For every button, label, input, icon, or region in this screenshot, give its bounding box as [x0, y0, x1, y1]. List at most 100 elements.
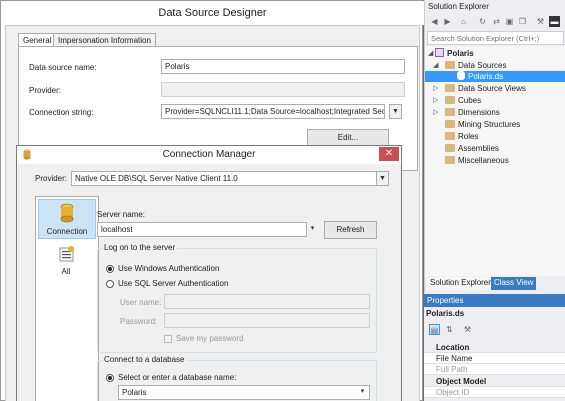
cm-nav-pane: Connection All	[35, 196, 99, 401]
se-toolbar: ◀ ▶ ⌂ ↻ ⇄ ▣ ❐ ⚒ ▬	[425, 14, 565, 30]
windows-auth-label: Use Windows Authentication	[118, 264, 220, 273]
expand-icon[interactable]: ▷	[433, 108, 438, 116]
tree-root-label: Polaris	[447, 49, 474, 58]
prop-category-object-model[interactable]: Object Model	[424, 376, 565, 387]
back-icon[interactable]: ◀	[429, 16, 440, 27]
properties-toolbar: ▤ ⇅ ⚒	[424, 322, 565, 336]
server-name-input[interactable]: localhost	[97, 222, 307, 237]
se-bottom-tabs: Solution Explorer Class View	[425, 277, 565, 290]
designer-title: Data Source Designer	[158, 7, 267, 19]
tree-label: Miscellaneous	[458, 156, 509, 165]
properties-icon[interactable]: ⚒	[535, 16, 546, 27]
cm-provider-select[interactable]: Native OLE DB\SQL Server Native Client 1…	[71, 171, 377, 186]
property-pages-icon[interactable]: ⚒	[462, 324, 473, 335]
cm-provider-label: Provider:	[35, 174, 68, 183]
tree-label: Cubes	[458, 96, 482, 105]
tab-solution-explorer[interactable]: Solution Explorer	[427, 277, 494, 290]
expand-icon[interactable]: ▷	[433, 84, 438, 92]
tree-label: Roles	[458, 132, 479, 141]
prop-label: Location	[436, 343, 470, 352]
tree-label: Dimensions	[458, 108, 500, 117]
server-name-dropdown-icon[interactable]: ▾	[306, 222, 319, 237]
prop-row-full-path[interactable]: Full Path	[424, 364, 565, 375]
tree-label: Assemblies	[458, 144, 499, 153]
nav-item-all[interactable]: All	[38, 243, 96, 281]
windows-auth-radio[interactable]	[106, 265, 114, 273]
categorized-icon[interactable]: ▤	[429, 324, 440, 335]
alphabetical-icon[interactable]: ⇅	[444, 324, 455, 335]
database-select[interactable]: Polaris	[118, 385, 370, 400]
folder-icon	[445, 108, 455, 116]
tree-item-dimensions[interactable]: Dimensions	[445, 107, 500, 118]
tree-item-polaris-ds[interactable]: Polaris.ds	[425, 71, 565, 82]
sql-auth-radio[interactable]	[106, 280, 114, 288]
history-icon[interactable]: ↻	[477, 16, 488, 27]
tree-item-miscellaneous[interactable]: Miscellaneous	[445, 155, 509, 166]
logon-group-label: Log on to the server	[102, 243, 178, 252]
logon-group: Log on to the server Use Windows Authent…	[97, 243, 377, 353]
tree-item-cubes[interactable]: Cubes	[445, 95, 481, 106]
se-search-input[interactable]: Search Solution Explorer (Ctrl+;)	[427, 31, 564, 45]
tab-impersonation[interactable]: Impersonation Information	[53, 33, 156, 47]
refresh-button[interactable]: Refresh	[324, 221, 377, 239]
save-password-checkbox	[164, 335, 172, 343]
se-tree: ◢ Polaris ◢ Data Sources Polaris.ds ▷ Da…	[425, 46, 565, 276]
sql-auth-label: Use SQL Server Authentication	[118, 279, 229, 288]
folder-icon	[445, 144, 455, 152]
tree-label: Mining Structures	[458, 120, 521, 129]
home-icon[interactable]: ⌂	[458, 16, 469, 27]
password-input	[164, 313, 370, 328]
sync-icon[interactable]: ⇄	[491, 16, 502, 27]
nav-item-connection[interactable]: Connection	[38, 199, 96, 239]
properties-object-name: Polaris.ds	[426, 309, 465, 318]
show-all-files-icon[interactable]: ❐	[517, 16, 528, 27]
tree-item-roles[interactable]: Roles	[445, 131, 478, 142]
server-name-label: Server name:	[97, 210, 146, 219]
tree-label: Data Source Views	[458, 84, 526, 93]
select-db-radio[interactable]	[106, 374, 114, 382]
nav-label-all: All	[61, 267, 71, 276]
tree-item-data-source-views[interactable]: Data Source Views	[445, 83, 526, 94]
cm-title-bar: Connection Manager ✕	[17, 146, 401, 164]
user-name-input	[164, 294, 370, 309]
tree-item-mining-structures[interactable]: Mining Structures	[445, 119, 520, 130]
data-source-name-input[interactable]: Polaris	[161, 59, 405, 74]
database-dropdown-icon[interactable]: ▾	[356, 385, 369, 400]
connection-manager-window: Connection Manager ✕ Provider: Native OL…	[16, 145, 402, 401]
connection-string-input[interactable]: Provider=SQLNCLI11.1;Data Source=localho…	[161, 104, 385, 119]
prop-label: Object ID	[436, 388, 470, 397]
pin-icon[interactable]: ▬	[549, 16, 560, 27]
save-password-label: Save my password	[176, 334, 244, 343]
prop-row-object-id[interactable]: Object ID	[424, 387, 565, 398]
cm-provider-dropdown-icon[interactable]: ▼	[376, 171, 389, 186]
cm-close-icon[interactable]: ✕	[379, 147, 399, 161]
connection-string-label: Connection string:	[29, 108, 94, 117]
select-db-label: Select or enter a database name:	[118, 373, 237, 382]
provider-field	[161, 82, 405, 97]
data-source-icon	[457, 71, 465, 80]
connect-db-group-label: Connect to a database	[102, 355, 187, 364]
user-name-label: User name:	[120, 298, 162, 307]
prop-row-file-name[interactable]: File Name	[424, 353, 565, 364]
tree-label: Polaris.ds	[468, 72, 504, 81]
data-source-name-label: Data source name:	[29, 63, 97, 72]
properties-list-icon	[59, 246, 74, 262]
tree-label: Data Sources	[458, 61, 507, 70]
tree-root[interactable]: Polaris	[435, 48, 474, 59]
nav-label-connection: Connection	[46, 227, 88, 236]
tree-item-data-sources[interactable]: Data Sources	[445, 60, 506, 71]
designer-title-bar: Data Source Designer	[1, 1, 424, 25]
tree-item-assemblies[interactable]: Assemblies	[445, 143, 499, 154]
forward-icon[interactable]: ▶	[442, 16, 453, 27]
prop-category-location[interactable]: Location	[424, 342, 565, 353]
folder-icon	[445, 84, 455, 92]
folder-icon	[445, 132, 455, 140]
connection-string-dropdown-icon[interactable]: ▼	[389, 104, 402, 119]
collapse-all-icon[interactable]: ▣	[504, 16, 515, 27]
expand-icon[interactable]: ▷	[433, 96, 438, 104]
cm-title: Connection Manager	[162, 149, 256, 160]
expand-data-sources-icon[interactable]: ◢	[433, 61, 438, 69]
tab-class-view[interactable]: Class View	[491, 277, 537, 290]
prop-label: Full Path	[436, 365, 468, 374]
expand-root-icon[interactable]: ◢	[428, 49, 433, 57]
